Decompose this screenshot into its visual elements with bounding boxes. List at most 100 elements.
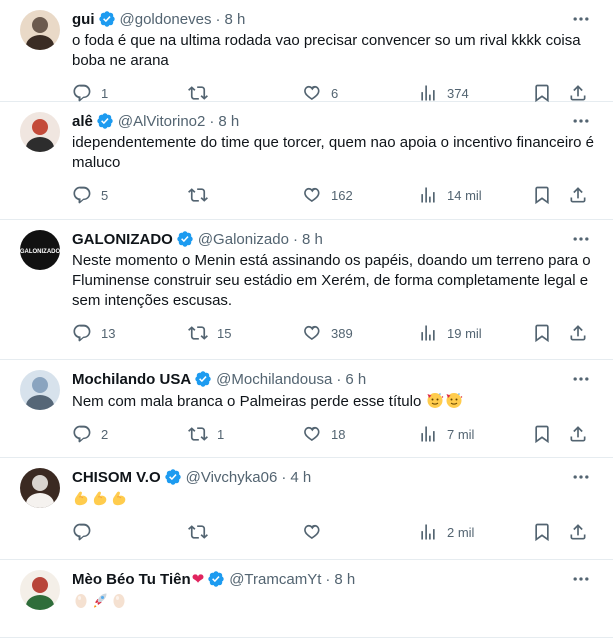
flexed-biceps-icon [110, 489, 128, 507]
rocket-icon [91, 591, 109, 609]
like-icon [302, 323, 322, 343]
views-button[interactable]: 7 mil [418, 412, 474, 456]
bookmark-icon [532, 424, 552, 444]
tweet-header: gui @goldoneves · 8 h [72, 8, 597, 30]
views-button[interactable]: 2 mil [418, 510, 474, 554]
like-icon [302, 424, 322, 444]
timestamp[interactable]: 6 h [345, 371, 366, 388]
share-icon [568, 185, 588, 205]
reply-button[interactable]: 2 [72, 412, 108, 456]
retweet-button[interactable] [188, 510, 217, 554]
timestamp[interactable]: 4 h [290, 469, 311, 486]
share-button[interactable] [568, 510, 588, 554]
reply-button[interactable]: 5 [72, 173, 108, 217]
user-handle[interactable]: @Vivchyka06 [186, 469, 278, 486]
retweet-button[interactable] [188, 173, 217, 217]
user-handle[interactable]: @goldoneves [120, 11, 212, 28]
tweet-text: idependentemente do time que torcer, que… [72, 133, 597, 173]
tweet-text: Neste momento o Menin está assinando os … [72, 251, 597, 311]
avatar[interactable] [20, 570, 60, 610]
avatar[interactable] [20, 10, 60, 50]
bookmark-button[interactable] [532, 510, 552, 554]
tweet[interactable]: GALONIZADO GALONIZADO @Galonizado · 8 h Neste… [0, 220, 613, 360]
like-button[interactable]: 18 [302, 412, 345, 456]
share-button[interactable] [568, 412, 588, 456]
tweet-header: Mochilando USA @Mochilandousa · 6 h [72, 368, 597, 390]
views-count: 374 [447, 85, 469, 101]
bookmark-button[interactable] [532, 412, 552, 456]
display-name[interactable]: alê [72, 113, 93, 130]
tweet[interactable]: CHISOM V.O @Vivchyka06 · 4 h 2 mil [0, 458, 613, 560]
like-icon [302, 522, 322, 542]
display-name[interactable]: Mèo Béo Tu Tiên [72, 571, 191, 588]
tweet[interactable]: gui @goldoneves · 8 h o foda é que na ultima… [0, 0, 613, 103]
tweet-actions: 13 15 389 19 mil [72, 311, 597, 355]
display-name[interactable]: Mochilando USA [72, 371, 191, 388]
verified-badge-icon [176, 230, 194, 248]
retweets-count: 1 [217, 426, 225, 442]
retweets-count: 15 [217, 325, 232, 341]
tweet[interactable]: alê @AlVitorino2 · 8 h idependentemente do t… [0, 102, 613, 220]
avatar[interactable] [20, 370, 60, 410]
tweet-text-content: Nem com mala branca o Palmeiras perde es… [72, 393, 422, 410]
retweet-icon [188, 323, 208, 343]
reply-icon [72, 83, 92, 103]
bookmark-icon [532, 323, 552, 343]
like-button[interactable]: 162 [302, 173, 353, 217]
replies-count: 5 [101, 187, 109, 203]
more-options-icon[interactable] [571, 467, 591, 487]
views-button[interactable]: 14 mil [418, 173, 482, 217]
tweet-header: GALONIZADO @Galonizado · 8 h [72, 228, 597, 250]
timestamp[interactable]: 8 h [224, 11, 245, 28]
display-name[interactable]: gui [72, 11, 95, 28]
separator-dot: · [281, 468, 287, 486]
more-options-icon[interactable] [571, 229, 591, 249]
tweet-feed: gui @goldoneves · 8 ho foda é que na ultima… [0, 0, 613, 638]
tweet-text-content: Neste momento o Menin está assinando os … [72, 252, 595, 309]
bookmark-button[interactable] [532, 311, 552, 355]
retweet-icon [188, 424, 208, 444]
like-button[interactable]: 389 [302, 311, 353, 355]
retweet-button[interactable]: 15 [188, 311, 231, 355]
views-icon [418, 185, 438, 205]
more-options-icon[interactable] [571, 569, 591, 589]
bookmark-button[interactable] [532, 173, 552, 217]
tweet[interactable]: Mèo Béo Tu Tiên ❤ @TramcamYt · 8 h [0, 560, 613, 638]
bookmark-icon [532, 83, 552, 103]
views-count: 19 mil [447, 325, 482, 341]
display-name[interactable]: GALONIZADO [72, 231, 173, 248]
reply-icon [72, 185, 92, 205]
tweet-text: o foda é que na ultima rodada vao precis… [72, 31, 597, 71]
user-handle[interactable]: @Galonizado [198, 231, 289, 248]
display-name[interactable]: CHISOM V.O [72, 469, 161, 486]
share-button[interactable] [568, 173, 588, 217]
more-options-icon[interactable] [571, 9, 591, 29]
user-handle[interactable]: @TramcamYt [229, 571, 321, 588]
more-options-icon[interactable] [571, 111, 591, 131]
timestamp[interactable]: 8 h [302, 231, 323, 248]
views-icon [418, 522, 438, 542]
timestamp[interactable]: 8 h [334, 571, 355, 588]
tweet[interactable]: Mochilando USA @Mochilandousa · 6 h Nem com … [0, 360, 613, 458]
avatar[interactable] [20, 468, 60, 508]
reply-button[interactable]: 13 [72, 311, 115, 355]
retweet-icon [188, 83, 208, 103]
user-handle[interactable]: @AlVitorino2 [118, 113, 206, 130]
avatar[interactable]: GALONIZADO [20, 230, 60, 270]
tweet-actions: 5 162 14 mil [72, 173, 597, 217]
views-button[interactable]: 19 mil [418, 311, 482, 355]
share-button[interactable] [568, 311, 588, 355]
more-options-icon[interactable] [571, 369, 591, 389]
user-handle[interactable]: @Mochilandousa [216, 371, 332, 388]
like-button[interactable] [302, 510, 331, 554]
reply-icon [72, 522, 92, 542]
like-icon [302, 83, 322, 103]
retweet-button[interactable]: 1 [188, 412, 224, 456]
avatar[interactable] [20, 112, 60, 152]
verified-badge-icon [207, 570, 225, 588]
separator-dot: · [325, 570, 331, 588]
tweet-header: CHISOM V.O @Vivchyka06 · 4 h [72, 466, 597, 488]
timestamp[interactable]: 8 h [218, 113, 239, 130]
reply-button[interactable] [72, 510, 101, 554]
flexed-biceps-icon [91, 489, 109, 507]
